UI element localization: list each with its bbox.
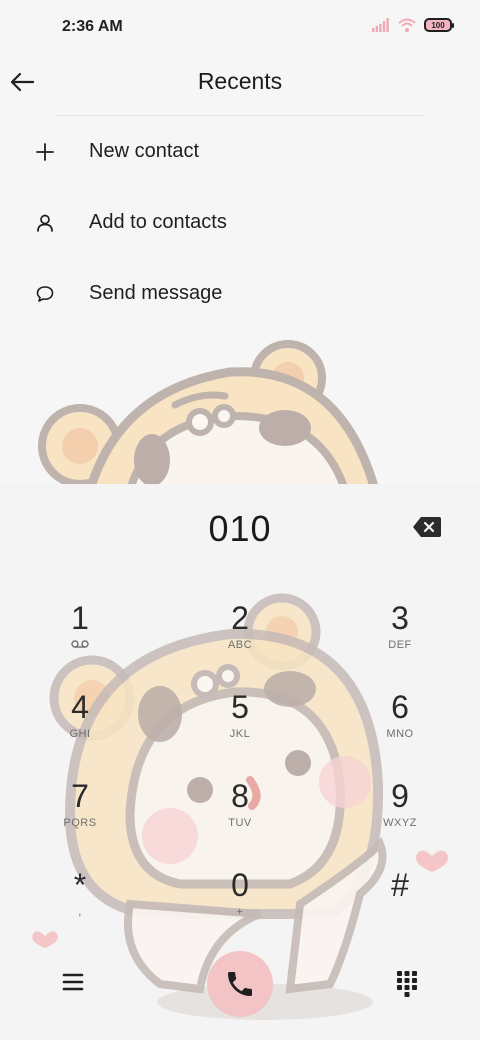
key-hash[interactable]: #: [345, 866, 455, 946]
call-button[interactable]: [207, 951, 273, 1017]
key-digit: 3: [391, 600, 409, 636]
key-letters: +: [236, 906, 244, 918]
key-7[interactable]: 7 PQRS: [25, 777, 135, 857]
wallpaper-image-top: [0, 330, 480, 486]
send-message-item[interactable]: Send message: [0, 258, 480, 329]
key-letters: TUV: [228, 817, 252, 829]
dialed-number[interactable]: 010: [0, 508, 480, 550]
status-time: 2:36 AM: [62, 18, 123, 35]
key-letters: [345, 906, 455, 920]
more-options-button[interactable]: [60, 969, 86, 995]
key-digit: 4: [71, 689, 89, 725]
add-to-contacts-item[interactable]: Add to contacts: [0, 187, 480, 258]
status-bar: 2:36 AM 100: [0, 0, 480, 56]
send-message-label: Send message: [89, 282, 223, 304]
key-2[interactable]: 2 ABC: [185, 599, 295, 679]
new-contact-label: New contact: [89, 140, 200, 162]
key-letters: JKL: [229, 728, 251, 740]
person-icon: [34, 212, 56, 234]
status-icons: 100: [372, 18, 454, 32]
key-digit: 8: [231, 778, 249, 814]
key-digit: 2: [231, 600, 249, 636]
dialer-panel: 010 1 2 ABC 3 DEF 4 GHI 5 JKL 6 MNO 7 PQ…: [0, 484, 480, 1040]
backspace-button[interactable]: [412, 516, 442, 538]
key-digit: 5: [231, 689, 249, 725]
voicemail-icon: [25, 639, 135, 653]
new-contact-item[interactable]: New contact: [0, 116, 480, 187]
key-digit: #: [391, 867, 409, 903]
key-letters: MNO: [386, 728, 414, 740]
key-letters: GHI: [69, 728, 91, 740]
plus-icon: [34, 141, 56, 163]
actions-menu: New contact Add to contacts Send message: [0, 116, 480, 329]
signal-icon: [372, 18, 389, 32]
key-letters: ,: [78, 906, 82, 918]
key-digit: 7: [71, 778, 89, 814]
key-letters: ABC: [227, 639, 253, 651]
key-8[interactable]: 8 TUV: [185, 777, 295, 857]
header: Recents: [0, 56, 480, 116]
key-4[interactable]: 4 GHI: [25, 688, 135, 768]
key-digit: 1: [71, 600, 89, 636]
battery-level: 100: [431, 20, 445, 30]
key-digit: *: [73, 867, 87, 903]
key-5[interactable]: 5 JKL: [185, 688, 295, 768]
key-digit: 9: [391, 778, 409, 814]
page-title: Recents: [197, 68, 283, 94]
dialer-bottom-bar: [0, 951, 480, 1021]
chat-bubble-icon: [34, 283, 56, 305]
keypad-toggle-button[interactable]: [394, 967, 420, 997]
key-digit: 6: [391, 689, 409, 725]
phone-icon: [228, 972, 252, 996]
key-digit: 0: [231, 867, 249, 903]
key-letters: DEF: [388, 639, 412, 651]
keypad-grid-icon: [397, 971, 417, 997]
key-9[interactable]: 9 WXYZ: [345, 777, 455, 857]
menu-lines-icon: [62, 973, 84, 991]
backspace-icon: [413, 517, 441, 537]
wifi-icon: [398, 18, 416, 32]
battery-icon: 100: [424, 18, 454, 32]
key-letters: PQRS: [63, 817, 97, 829]
key-star[interactable]: * ,: [25, 866, 135, 946]
key-3[interactable]: 3 DEF: [345, 599, 455, 679]
key-1[interactable]: 1: [25, 599, 135, 679]
key-0[interactable]: 0 +: [185, 866, 295, 946]
key-6[interactable]: 6 MNO: [345, 688, 455, 768]
key-letters: WXYZ: [383, 817, 417, 829]
add-to-contacts-label: Add to contacts: [89, 211, 227, 233]
